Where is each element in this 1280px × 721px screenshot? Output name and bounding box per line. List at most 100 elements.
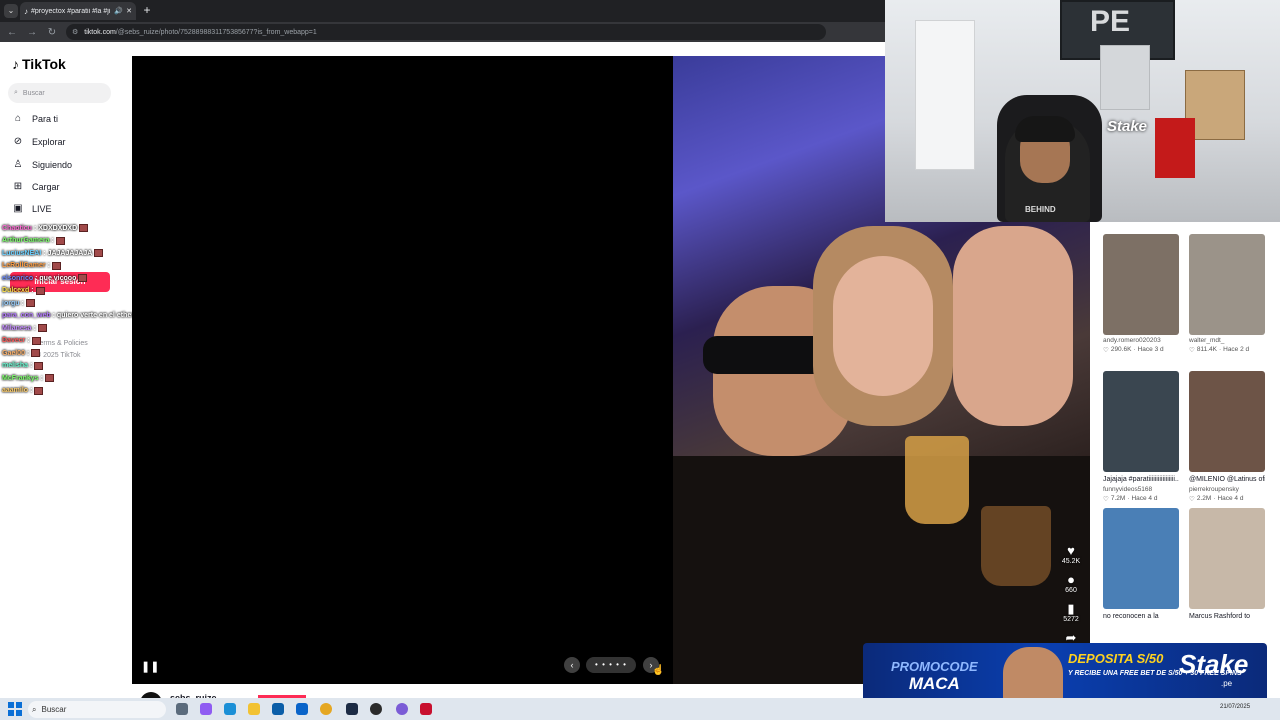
carousel-prev-button[interactable]: ‹ (564, 657, 580, 673)
taskbar-search[interactable]: ⌕ Buscar (28, 701, 166, 718)
person-middle-face (833, 256, 933, 396)
save-button[interactable]: ▮ 5272 (1061, 602, 1081, 624)
recommended-video-card[interactable]: @MILENIO @Latinus oficial @REFORMA... pie… (1189, 371, 1265, 503)
chat-text: : (30, 387, 33, 394)
store-icon[interactable] (272, 703, 284, 715)
video-stats: ♡ 290.6K · Hace 3 d (1103, 346, 1179, 354)
chat-message: Milanesa: (2, 324, 47, 332)
recommended-video-card[interactable]: Marcus Rashford to (1189, 508, 1265, 621)
tiktok-logo[interactable]: ♪ TikTok (12, 56, 66, 72)
video-thumbnail[interactable] (1189, 508, 1265, 609)
nav-item-following[interactable]: ♙ Siguiendo (12, 159, 73, 170)
address-bar[interactable]: ⚙ tiktok.com/@sebs_ruize/photo/752889883… (66, 24, 826, 40)
tab-title: #proyectox #paratii #la #ji (31, 7, 111, 15)
url-host: tiktok.com (84, 28, 116, 36)
chat-message: Chaoticu: XDXDXDXD (2, 224, 89, 232)
separator: · (1127, 495, 1130, 502)
profile-strip: sebs_ruize (132, 684, 863, 698)
video-caption[interactable]: @MILENIO @Latinus oficial @REFORMA... (1189, 475, 1265, 484)
edge-icon[interactable] (224, 703, 236, 715)
reload-icon[interactable]: ↻ (46, 27, 58, 38)
outlook-icon[interactable] (296, 703, 308, 715)
site-info-icon[interactable]: ⚙ (72, 28, 78, 36)
chat-username: McFrankys (2, 374, 39, 382)
comment-button[interactable]: ● 660 (1061, 573, 1081, 595)
new-tab-button[interactable]: + (140, 3, 154, 17)
door (915, 20, 975, 170)
beer-cup-1 (905, 436, 969, 524)
recommended-video-card[interactable]: Jajajaja #paratiiiiiiiiiiiiiiiii... funny… (1103, 371, 1179, 503)
video-author[interactable]: pierrekroupensky (1189, 486, 1265, 493)
video-thumbnail[interactable] (1189, 371, 1265, 472)
video-stats: ♡ 2.2M · Hace 4 d (1189, 495, 1265, 503)
chat-username: Davecr (2, 337, 26, 344)
chat-username: para_con_web (2, 312, 51, 319)
video-stats: ♡ 7.2M · Hace 4 d (1103, 495, 1179, 503)
chat-username: LeRollGamer (2, 262, 46, 269)
audio-icon[interactable]: 🔊 (114, 7, 123, 15)
video-thumbnail[interactable] (1103, 371, 1179, 472)
chat-emote-icon (34, 361, 44, 370)
video-thumbnail[interactable] (1103, 508, 1179, 609)
chat-emote-icon (31, 349, 41, 357)
chat-username: aaamilo (2, 387, 29, 394)
chat-username: jorgu (2, 299, 20, 307)
chat-text: : (27, 337, 30, 344)
mini-fridge (1155, 118, 1195, 178)
like-count: 7.2M (1110, 495, 1126, 502)
chat-username: elsonrico (2, 274, 34, 282)
video-author[interactable]: funnyvideos5168 (1103, 486, 1179, 493)
file-explorer-icon[interactable] (248, 703, 260, 715)
video-caption[interactable]: no reconocen a la (1103, 612, 1179, 621)
nav-item-live[interactable]: ▣ LIVE (12, 203, 51, 214)
back-icon[interactable]: ← (6, 27, 18, 38)
chat-emote-icon (37, 324, 47, 332)
footer-terms-link[interactable]: Terms & Policies (36, 340, 88, 347)
streamer-hair (1015, 116, 1075, 142)
chat-text: : (26, 349, 30, 357)
video-author[interactable]: walter_mdt_ (1189, 337, 1265, 344)
chrome-icon[interactable] (320, 703, 332, 715)
recommended-video-card[interactable]: andy.romero020203 ♡ 290.6K · Hace 3 d (1103, 234, 1179, 354)
shirt-print: BEHIND (1025, 205, 1056, 214)
copilot-icon[interactable] (200, 703, 212, 715)
chat-message: Davecr: (2, 336, 41, 345)
chat-message: McFrankys: (2, 374, 54, 382)
search-input[interactable]: ⌕ Buscar (8, 83, 111, 103)
taskbar-date: 21/07/2025 (1220, 704, 1251, 710)
stake-logo: Stake (1179, 649, 1249, 679)
video-thumbnail[interactable] (1189, 234, 1265, 335)
nav-item-for-you[interactable]: ⌂ Para ti (12, 113, 58, 124)
chat-emote-icon (55, 236, 65, 245)
home-icon: ⌂ (14, 113, 22, 124)
chat-message: melisha: (2, 361, 44, 370)
separator: · (1218, 346, 1222, 353)
stake-logo-suffix: .pe (1221, 679, 1233, 688)
video-caption[interactable]: Marcus Rashford to (1189, 612, 1265, 621)
tab-search-icon[interactable]: ⌄ (4, 4, 18, 18)
heart-outline-icon: ♡ (1189, 496, 1195, 503)
steam-icon[interactable] (346, 703, 358, 715)
stake-sign: Stake (1107, 118, 1148, 135)
url-path: /@sebs_ruize/photo/7528898831175385677?i… (115, 28, 317, 36)
video-author[interactable]: andy.romero020203 (1103, 337, 1179, 344)
recommended-video-card[interactable]: no reconocen a la (1103, 508, 1179, 621)
nav-item-upload[interactable]: ⊞ Cargar (12, 181, 60, 192)
close-tab-icon[interactable]: ✕ (126, 7, 132, 15)
chat-text: : (33, 324, 36, 332)
discord-icon[interactable] (396, 703, 408, 715)
recommended-video-card[interactable]: walter_mdt_ ♡ 811.4K · Hace 2 d (1189, 234, 1265, 354)
nav-item-explore[interactable]: ⊘ Explorar (12, 136, 66, 147)
windows-start-icon[interactable] (8, 702, 22, 716)
chat-emote-icon (94, 249, 104, 257)
pause-icon[interactable]: ❚❚ (141, 660, 159, 673)
obs-icon[interactable] (370, 703, 382, 715)
video-thumbnail[interactable] (1103, 234, 1179, 335)
forward-icon[interactable]: → (26, 27, 38, 38)
heart-outline-icon: ♡ (1189, 347, 1195, 354)
browser-tab[interactable]: ♪ #proyectox #paratii #la #ji 🔊 ✕ (20, 2, 136, 20)
like-button[interactable]: ♥ 45.2K (1061, 544, 1081, 566)
app-icon[interactable] (420, 703, 432, 715)
video-caption[interactable]: Jajajaja #paratiiiiiiiiiiiiiiiii... (1103, 475, 1179, 484)
task-view-icon[interactable] (176, 703, 188, 715)
